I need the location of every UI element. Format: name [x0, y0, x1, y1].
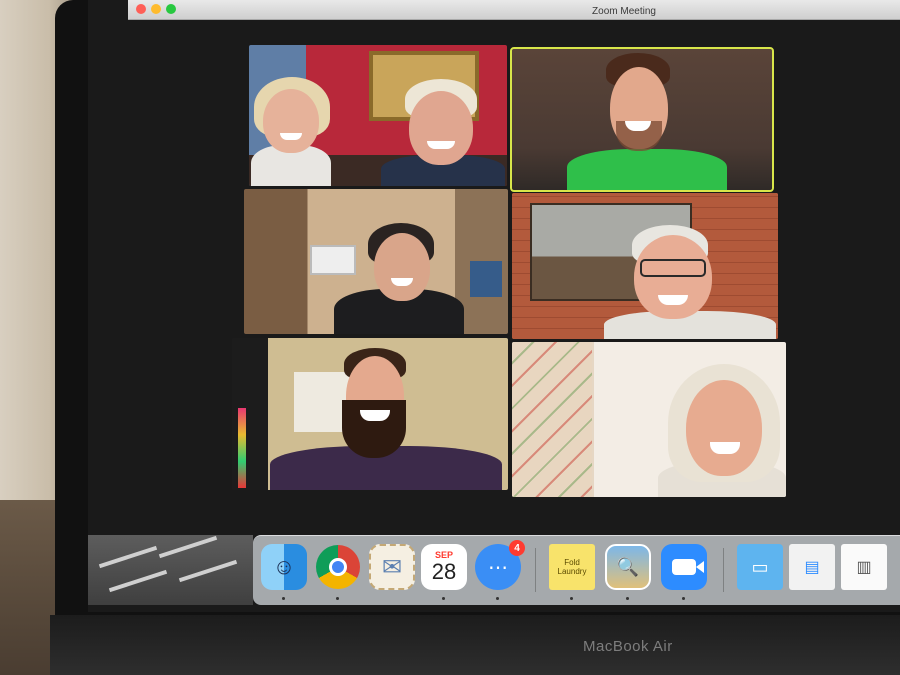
running-indicator: [570, 597, 573, 600]
stickies-note-text: Fold Laundry: [557, 558, 587, 576]
desktop-wallpaper-street: [88, 535, 253, 605]
participant-face: [409, 91, 473, 165]
video-tile-middle-right[interactable]: [512, 193, 778, 339]
participant-beard: [342, 400, 406, 458]
participant-body: [567, 149, 727, 190]
stickies-icon[interactable]: Fold Laundry: [549, 544, 595, 590]
preview-icon[interactable]: 🔍: [605, 544, 651, 590]
running-indicator: [282, 597, 285, 600]
video-tile-top-right-active-speaker[interactable]: [510, 47, 774, 192]
finder-icon[interactable]: ☺: [261, 544, 307, 590]
whiteboard: [310, 245, 356, 275]
participant-smile: [427, 141, 455, 149]
led-light-strip: [238, 408, 246, 488]
poster: [470, 261, 502, 297]
participant-smile: [360, 410, 390, 421]
running-indicator: [682, 597, 685, 600]
calendar-icon[interactable]: SEP 28: [421, 544, 467, 590]
calendar-day: 28: [431, 559, 457, 584]
participant-glasses: [640, 259, 706, 277]
participant-face: [263, 89, 319, 153]
running-indicator: [626, 597, 629, 600]
screenshot-stack-icon[interactable]: ▤: [789, 544, 835, 590]
participant-face: [374, 233, 430, 301]
dock-separator: [723, 548, 724, 592]
zoom-icon[interactable]: [661, 544, 707, 590]
document-stack-icon[interactable]: ▥: [841, 544, 887, 590]
video-tile-bottom-right[interactable]: [512, 342, 786, 497]
participant-face: [634, 235, 712, 319]
video-tile-bottom-left[interactable]: [232, 338, 508, 490]
device-label: MacBook Air: [583, 638, 673, 655]
participant-smile: [710, 442, 740, 454]
dock-separator: [535, 548, 536, 592]
laptop-screen: Zoom Meeting: [88, 0, 900, 612]
running-indicator: [442, 597, 445, 600]
video-tile-middle-left[interactable]: [244, 189, 508, 334]
participant-face: [686, 380, 762, 476]
running-indicator: [336, 597, 339, 600]
participant-smile: [280, 133, 302, 140]
downloads-folder-icon[interactable]: ▭: [737, 544, 783, 590]
laptop-chin: [50, 615, 900, 675]
running-indicator: [496, 597, 499, 600]
messages-badge: 4: [509, 540, 525, 556]
messages-icon[interactable]: ⋯ 4: [475, 540, 525, 590]
mail-stamp-icon[interactable]: ✉: [369, 544, 415, 590]
macos-dock: ☺ ✉ SEP 28 ⋯ 4 Fold Laundry 🔍 ▭ ▤ ▥: [253, 535, 900, 605]
window-title: Zoom Meeting: [592, 6, 656, 17]
video-tile-top-left[interactable]: [249, 45, 507, 186]
window-titlebar: Zoom Meeting: [128, 0, 900, 20]
floral-wallpaper: [512, 342, 592, 497]
chrome-icon[interactable]: [315, 544, 361, 590]
